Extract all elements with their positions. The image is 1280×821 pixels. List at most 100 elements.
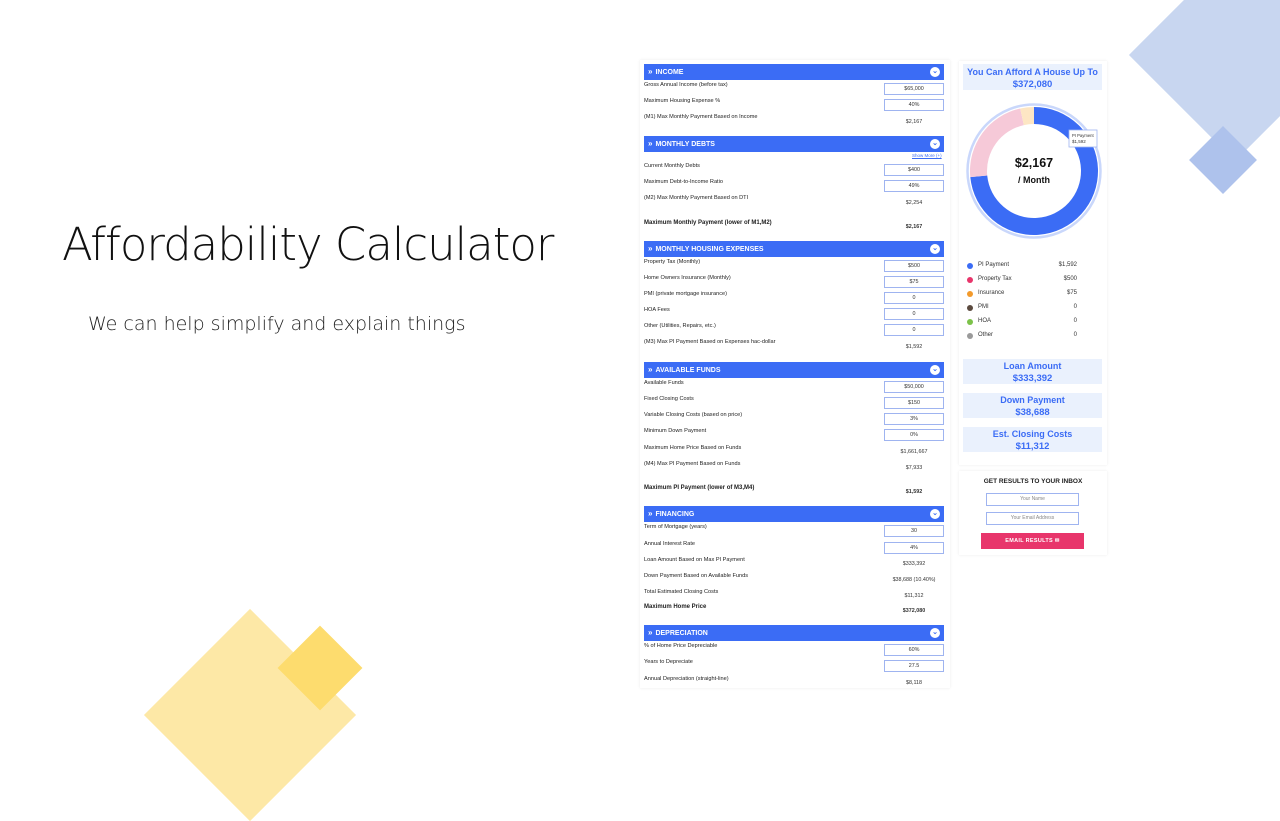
donut-tooltip: PI Payment $1,592 [1068,129,1098,148]
chevron-down-icon[interactable]: ⌄ [930,244,940,254]
property-tax-input[interactable]: $500 [884,260,944,272]
legend-dot [967,333,973,339]
slide-subtitle: We can help simplify and explain things [88,313,466,335]
row-label: Fixed Closing Costs [644,396,694,402]
double-chevron-right-icon: » [648,509,653,518]
max-monthly-payment-value: $2,167 [905,224,923,230]
payment-donut-chart: $2,167 / Month PI Payment $1,592 [966,103,1102,239]
years-to-depreciate-input[interactable]: 27.5 [884,660,944,672]
home-insurance-input[interactable]: $75 [884,276,944,288]
down-payment-card: Down Payment $38,688 [963,393,1102,418]
max-home-price-funds-value: $1,661,667 [900,449,928,455]
email-input[interactable]: Your Email Address [986,512,1079,525]
chevron-down-icon[interactable]: ⌄ [930,509,940,519]
section-header-housing-expenses[interactable]: » MONTHLY HOUSING EXPENSES ⌄ [644,241,944,257]
chevron-down-icon[interactable]: ⌄ [930,628,940,638]
row-label: Maximum Monthly Payment (lower of M1,M2) [644,220,772,226]
section-header-monthly-debts[interactable]: » MONTHLY DEBTS ⌄ [644,136,944,152]
row-label: (M4) Max PI Payment Based on Funds [644,461,741,467]
current-monthly-debts-input[interactable]: $400 [884,164,944,176]
legend-dot [967,277,973,283]
row-label: Maximum PI Payment (lower of M3,M4) [644,485,755,491]
chevron-down-icon[interactable]: ⌄ [930,365,940,375]
mortgage-term-input[interactable]: 30 [884,525,944,537]
inbox-title: GET RESULTS TO YOUR INBOX [983,478,1083,485]
legend-item-pmi: PMI 0 [967,304,1077,314]
summary-panel: You Can Afford A House Up To $372,080 $2… [959,61,1107,465]
section-header-income[interactable]: » INCOME ⌄ [644,64,944,80]
legend-item-hoa: HOA 0 [967,318,1077,328]
decor-diamond-blue-large [1128,0,1280,162]
donut-center-amount: $2,167 [1015,156,1053,170]
row-label: Maximum Debt-to-Income Ratio [644,179,723,185]
min-down-payment-input[interactable]: 0% [884,429,944,441]
closing-costs-card: Est. Closing Costs $11,312 [963,427,1102,452]
row-label: Current Monthly Debts [644,163,700,169]
fixed-closing-costs-input[interactable]: $150 [884,397,944,409]
section-header-financing[interactable]: » FINANCING ⌄ [644,506,944,522]
annual-depreciation-value: $8,118 [905,680,923,686]
max-pi-payment-value: $1,592 [905,489,923,495]
name-input[interactable]: Your Name [986,493,1079,506]
row-label: Annual Interest Rate [644,541,695,547]
legend-dot [967,319,973,325]
pmi-input[interactable]: 0 [884,292,944,304]
chevron-down-icon[interactable]: ⌄ [930,67,940,77]
legend-item-insurance: Insurance $75 [967,290,1077,300]
legend-item-other: Other 0 [967,332,1077,342]
max-dti-input[interactable]: 49% [884,180,944,192]
double-chevron-right-icon: » [648,67,653,76]
envelope-icon: ✉ [1054,538,1060,544]
depreciable-percent-input[interactable]: 60% [884,644,944,656]
closing-costs-value: $11,312 [904,593,924,599]
chevron-down-icon[interactable]: ⌄ [930,139,940,149]
tooltip-value: $1,592 [1072,139,1086,144]
row-label: Available Funds [644,380,684,386]
variable-closing-costs-input[interactable]: 3% [884,413,944,425]
row-label: Loan Amount Based on Max PI Payment [644,557,745,563]
row-label: Annual Depreciation (straight-line) [644,676,729,682]
row-label: Variable Closing Costs (based on price) [644,412,743,418]
section-header-available-funds[interactable]: » AVAILABLE FUNDS ⌄ [644,362,944,378]
down-payment-value: $38,688 (10.40%) [892,577,936,583]
afford-amount: $372,080 [1012,79,1053,90]
double-chevron-right-icon: » [648,365,653,374]
other-expenses-input[interactable]: 0 [884,324,944,336]
donut-center-unit: / Month [1018,175,1050,185]
legend-item-property-tax: Property Tax $500 [967,276,1077,286]
gross-annual-income-input[interactable]: $65,000 [884,83,944,95]
row-label: Down Payment Based on Available Funds [644,573,749,579]
row-label: Total Estimated Closing Costs [644,589,719,595]
m4-payment-value: $7,933 [905,465,923,471]
interest-rate-input[interactable]: 4% [884,542,944,554]
calculator-panel: » INCOME ⌄ Gross Annual Income (before tax… [640,60,950,688]
row-label: (M1) Max Monthly Payment Based on Income [644,114,758,120]
row-label: Maximum Housing Expense % [644,98,721,104]
m3-payment-value: $1,592 [905,344,923,350]
row-label: Property Tax (Monthly) [644,259,701,265]
loan-amount-value: $333,392 [902,561,926,567]
email-results-button[interactable]: EMAIL RESULTS ✉ [981,533,1084,549]
row-label: (M3) Max PI Payment Based on Expenses ha… [644,339,776,345]
row-label: % of Home Price Depreciable [644,643,718,649]
legend-item-pi-payment: PI Payment $1,592 [967,262,1077,272]
row-label: Maximum Home Price Based on Funds [644,445,742,451]
row-label: (M2) Max Monthly Payment Based on DTI [644,195,749,201]
slide-title: Affordability Calculator [62,218,554,271]
row-label: Maximum Home Price [644,604,707,610]
m2-payment-value: $2,254 [905,200,923,206]
row-label: Years to Depreciate [644,659,693,665]
tooltip-label: PI Payment [1072,133,1094,138]
donut-halo-ring [966,103,1102,239]
row-label: HOA Fees [644,307,670,313]
hoa-fees-input[interactable]: 0 [884,308,944,320]
section-header-depreciation[interactable]: » DEPRECIATION ⌄ [644,625,944,641]
max-housing-expense-input[interactable]: 40% [884,99,944,111]
email-results-panel: GET RESULTS TO YOUR INBOX Your Name Your… [959,471,1107,555]
double-chevron-right-icon: » [648,139,653,148]
legend-dot [967,263,973,269]
row-label: Other (Utilities, Repairs, etc.) [644,323,716,329]
available-funds-input[interactable]: $50,000 [884,381,944,393]
afford-summary: You Can Afford A House Up To $372,080 [963,64,1102,90]
show-more-link[interactable]: Show More (+) [912,153,942,158]
